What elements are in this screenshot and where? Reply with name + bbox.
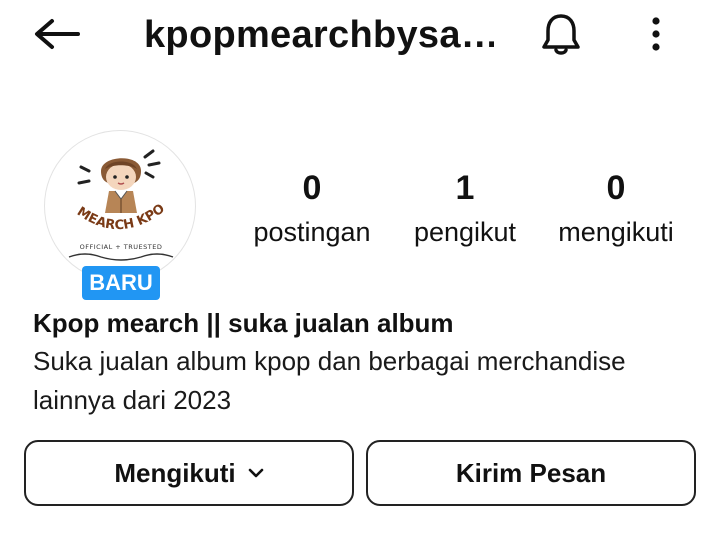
- profile-name: Kpop mearch || suka jualan album: [33, 308, 454, 338]
- avatar[interactable]: MEARCH KPOP OFFICIAL + TRUESTED: [44, 130, 196, 282]
- stat-following[interactable]: 0 mengikuti: [548, 168, 684, 250]
- stat-followers-value: 1: [455, 169, 475, 207]
- stat-posts-value: 0: [302, 169, 322, 207]
- profile-bio: Suka jualan album kpop dan berbagai merc…: [33, 346, 626, 415]
- avatar-subtitle: OFFICIAL + TRUESTED: [80, 243, 163, 251]
- following-button[interactable]: Mengikuti: [24, 440, 354, 506]
- bell-icon: [539, 11, 583, 62]
- following-button-label: Mengikuti: [114, 457, 236, 488]
- chevron-down-icon: [248, 467, 264, 479]
- page-title: kpopmearchbysa…: [144, 14, 494, 56]
- send-message-button-label: Kirim Pesan: [455, 457, 607, 488]
- avatar-logo-icon: MEARCH KPOP OFFICIAL + TRUESTED: [45, 131, 174, 261]
- top-bar: kpopmearchbysa…: [0, 0, 720, 72]
- notifications-button[interactable]: [534, 10, 588, 62]
- stat-following-label: mengikuti: [558, 217, 674, 247]
- more-vertical-icon: [650, 16, 662, 57]
- new-badge: BARU: [82, 266, 160, 300]
- stat-following-value: 0: [606, 169, 626, 207]
- stat-followers[interactable]: 1 pengikut: [400, 168, 530, 250]
- avatar-container: MEARCH KPOP OFFICIAL + TRUESTED: [44, 130, 196, 282]
- back-button[interactable]: [28, 14, 84, 58]
- send-message-button[interactable]: Kirim Pesan: [366, 440, 696, 506]
- stat-followers-label: pengikut: [413, 217, 517, 247]
- more-options-button[interactable]: [634, 10, 678, 62]
- arrow-left-icon: [32, 18, 80, 55]
- stat-posts-label: postingan: [253, 217, 371, 247]
- stat-posts[interactable]: 0 postingan: [240, 168, 384, 250]
